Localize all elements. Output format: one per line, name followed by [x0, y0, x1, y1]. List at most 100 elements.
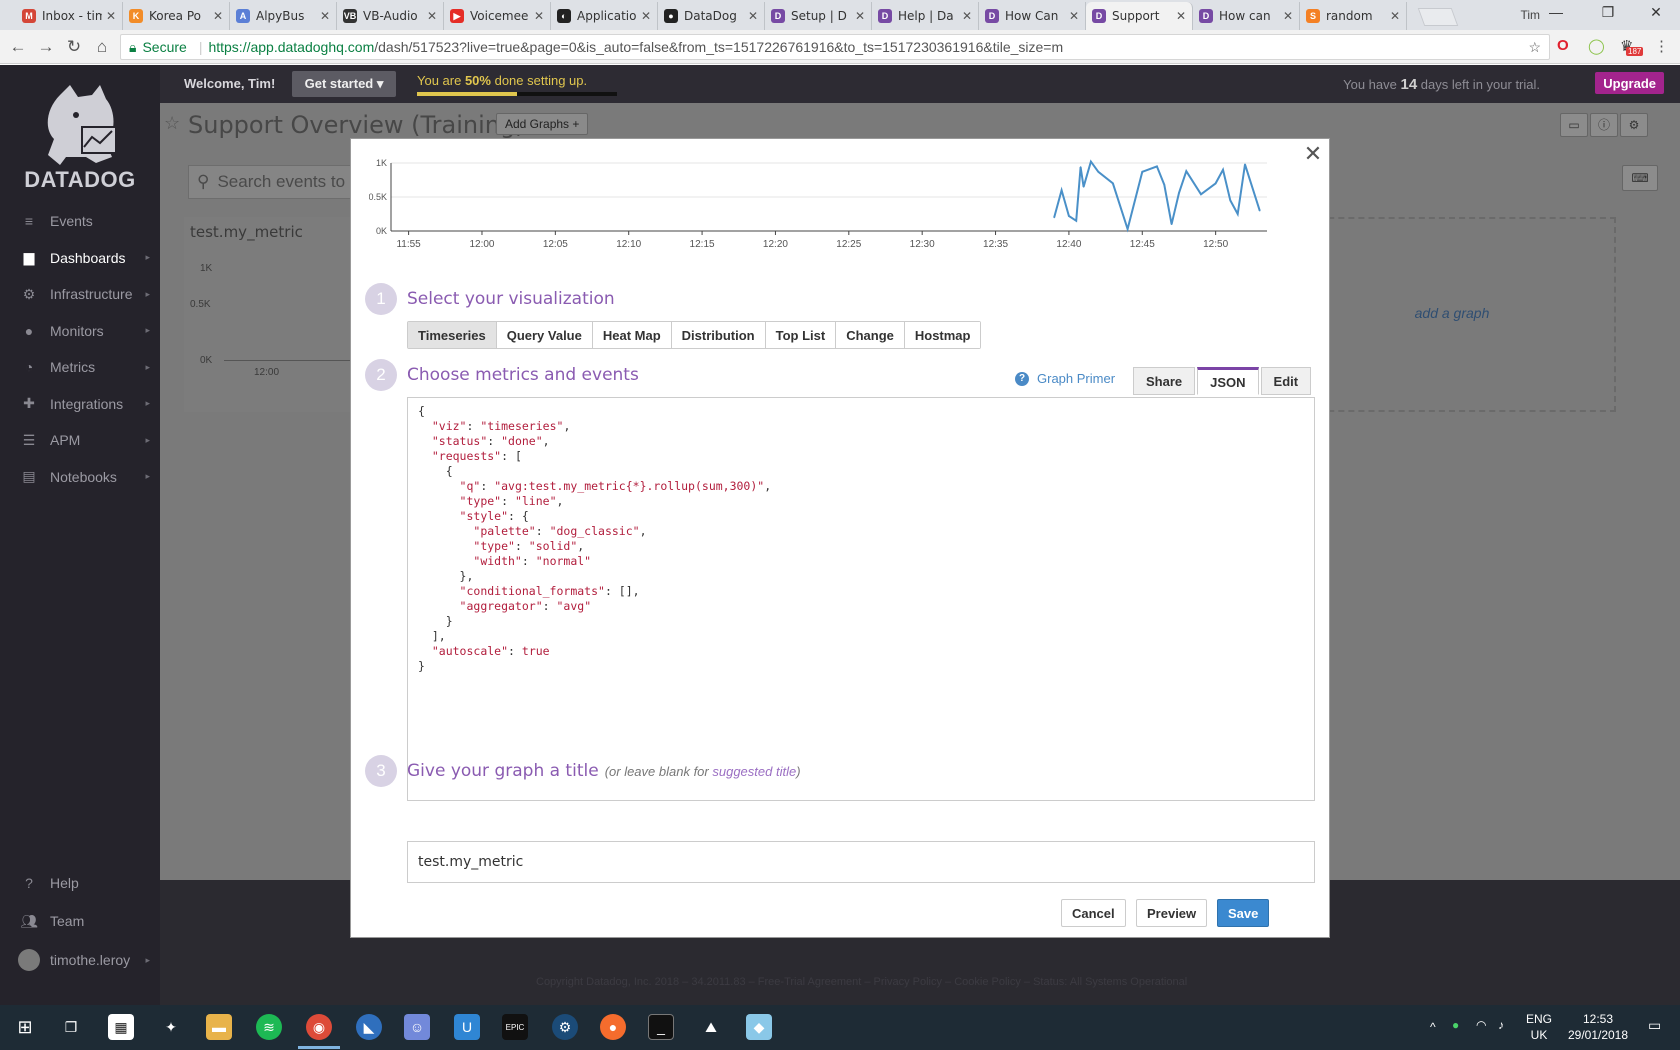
extension-crown-icon[interactable]: ♛187	[1620, 37, 1644, 56]
get-started-button[interactable]: Get started ▾	[292, 71, 396, 97]
back-icon[interactable]: ←	[4, 37, 32, 57]
suggested-title-link[interactable]: suggested title	[712, 764, 796, 779]
search-events-input[interactable]: ⚲ Search events to	[188, 165, 358, 199]
sidebar-item-metrics[interactable]: ◔ Metrics ▸	[0, 349, 160, 385]
volume-icon[interactable]: ♪	[1498, 1017, 1504, 1033]
graph-primer-link[interactable]: ? Graph Primer	[1015, 371, 1115, 386]
browser-menu-icon[interactable]: ⋮	[1654, 37, 1669, 55]
add-graph-link[interactable]: add a graph	[1290, 305, 1614, 321]
new-tab-button[interactable]	[1417, 8, 1459, 26]
close-window-icon[interactable]: ✕	[1636, 4, 1676, 21]
terminal-icon[interactable]: _	[648, 1014, 674, 1040]
reload-icon[interactable]: ↻	[60, 37, 88, 57]
tab-share[interactable]: Share	[1133, 367, 1196, 395]
sidebar-item-events[interactable]: ≡ Events	[0, 203, 160, 239]
sidebar-item-team[interactable]: 👥︎ Team	[0, 903, 160, 939]
tray-green-icon[interactable]: ●	[1452, 1017, 1459, 1033]
viz-tab-query-value[interactable]: Query Value	[496, 322, 593, 348]
viz-tab-timeseries[interactable]: Timeseries	[408, 322, 497, 348]
tab-close-icon[interactable]: ✕	[1069, 9, 1079, 23]
language-indicator[interactable]: ENG UK	[1524, 1011, 1554, 1043]
info-icon[interactable]: ⓘ	[1590, 113, 1618, 137]
browser-tab[interactable]: D Support ✕	[1086, 2, 1193, 30]
tab-close-icon[interactable]: ✕	[320, 9, 330, 23]
clock[interactable]: 12:53 29/01/2018	[1560, 1011, 1636, 1043]
steam-icon[interactable]: ⚙	[552, 1014, 578, 1040]
home-icon[interactable]: ⌂	[88, 37, 116, 57]
tab-close-icon[interactable]: ✕	[641, 9, 651, 23]
forward-icon[interactable]: →	[32, 37, 60, 57]
metric-widget[interactable]: test.my_metric 1K 0.5K 0K 12:00	[184, 217, 354, 412]
browser-tab[interactable]: D How can ✕	[1193, 2, 1300, 30]
tab-close-icon[interactable]: ✕	[748, 9, 758, 23]
epic-games-icon[interactable]: EPIC	[502, 1014, 528, 1040]
graph-title-input[interactable]: test.my_metric	[407, 841, 1315, 883]
add-graphs-button[interactable]: Add Graphs +	[496, 113, 589, 135]
task-view-icon[interactable]: ❐	[58, 1014, 84, 1040]
browser-tab[interactable]: ● DataDog ✕	[658, 2, 765, 30]
close-icon[interactable]: ✕	[1301, 143, 1325, 167]
tab-close-icon[interactable]: ✕	[106, 9, 116, 23]
bookmark-star-icon[interactable]: ☆	[1528, 39, 1541, 56]
maximize-icon[interactable]: ❐	[1588, 4, 1628, 21]
extension-ring-icon[interactable]: ◯	[1588, 37, 1605, 55]
browser-tab[interactable]: K Korea Po ✕	[123, 2, 230, 30]
keyboard-icon[interactable]: ⌨	[1622, 165, 1658, 191]
sidebar-item-help[interactable]: ? Help	[0, 865, 160, 901]
browser-tab[interactable]: ▶ Voicemee ✕	[444, 2, 551, 30]
preview-button[interactable]: Preview	[1136, 899, 1208, 927]
tab-close-icon[interactable]: ✕	[427, 9, 437, 23]
file-explorer-icon[interactable]: ▬	[206, 1014, 232, 1040]
sidebar-item-monitors[interactable]: ● Monitors ▸	[0, 313, 160, 349]
tab-close-icon[interactable]: ✕	[1176, 9, 1186, 23]
browser-tab[interactable]: D Help | Da ✕	[872, 2, 979, 30]
browser-tab[interactable]: D Setup | D ✕	[765, 2, 872, 30]
tab-close-icon[interactable]: ✕	[534, 9, 544, 23]
browser-tab[interactable]: A AlpyBus ✕	[230, 2, 337, 30]
chrome-icon[interactable]: ◉	[306, 1014, 332, 1040]
viz-tab-heat-map[interactable]: Heat Map	[592, 322, 672, 348]
discord-icon[interactable]: ☺	[404, 1014, 430, 1040]
browser-tab[interactable]: D How Can ✕	[979, 2, 1086, 30]
url-input[interactable]: 🔒︎ Secure | https://app.datadoghq.com/da…	[120, 34, 1550, 60]
tray-expand-icon[interactable]: ^	[1430, 1019, 1436, 1035]
tab-close-icon[interactable]: ✕	[962, 9, 972, 23]
settings-gear-icon[interactable]: ⚙	[1620, 113, 1648, 137]
opera-extension-icon[interactable]: O	[1557, 37, 1569, 54]
notifications-icon[interactable]: ▭	[1648, 1017, 1661, 1033]
uplay-icon[interactable]: U	[454, 1014, 480, 1040]
sidebar-item-user[interactable]: timothe.leroy ▸	[0, 942, 160, 978]
upgrade-button[interactable]: Upgrade	[1595, 72, 1664, 94]
viz-tab-distribution[interactable]: Distribution	[671, 322, 766, 348]
minimize-icon[interactable]: —	[1536, 4, 1576, 20]
sidebar-item-infrastructure[interactable]: ⚙ Infrastructure ▸	[0, 276, 160, 312]
add-graph-placeholder[interactable]: add a graph	[1288, 217, 1616, 412]
sidebar-item-dashboards[interactable]: ▆ Dashboards ▸	[0, 240, 160, 276]
tab-edit[interactable]: Edit	[1260, 367, 1312, 395]
notes-app-icon[interactable]: ◆	[746, 1014, 772, 1040]
browser-tab[interactable]: M Inbox - tim ✕	[16, 2, 123, 30]
viz-tab-hostmap[interactable]: Hostmap	[904, 322, 981, 348]
sidebar-item-notebooks[interactable]: ▤ Notebooks ▸	[0, 459, 160, 495]
app-shark-icon[interactable]: ◣	[356, 1014, 382, 1040]
origin-icon[interactable]: ●	[600, 1014, 626, 1040]
tab-close-icon[interactable]: ✕	[213, 9, 223, 23]
sidebar-item-apm[interactable]: ☰ APM ▸	[0, 422, 160, 458]
tv-mode-icon[interactable]: ▭	[1560, 113, 1588, 137]
tab-json[interactable]: JSON	[1197, 367, 1259, 395]
cancel-button[interactable]: Cancel	[1061, 899, 1126, 927]
save-button[interactable]: Save	[1217, 899, 1270, 927]
viz-tab-top-list[interactable]: Top List	[765, 322, 837, 348]
json-editor[interactable]: { "viz": "timeseries", "status": "done",…	[407, 397, 1315, 801]
photos-icon[interactable]: ⛰	[698, 1014, 724, 1040]
viz-tab-change[interactable]: Change	[836, 322, 905, 348]
wifi-icon[interactable]: ◠	[1476, 1017, 1486, 1033]
game-app-icon[interactable]: ✦	[158, 1014, 184, 1040]
favorite-star-icon[interactable]: ☆	[164, 113, 180, 134]
calendar-app-icon[interactable]: ▦	[108, 1014, 134, 1040]
sidebar-item-integrations[interactable]: ✚ Integrations ▸	[0, 386, 160, 422]
tab-close-icon[interactable]: ✕	[1283, 9, 1293, 23]
browser-tab[interactable]: VB VB-Audio ✕	[337, 2, 444, 30]
windows-start-icon[interactable]: ⊞	[12, 1014, 38, 1040]
tab-close-icon[interactable]: ✕	[1390, 9, 1400, 23]
